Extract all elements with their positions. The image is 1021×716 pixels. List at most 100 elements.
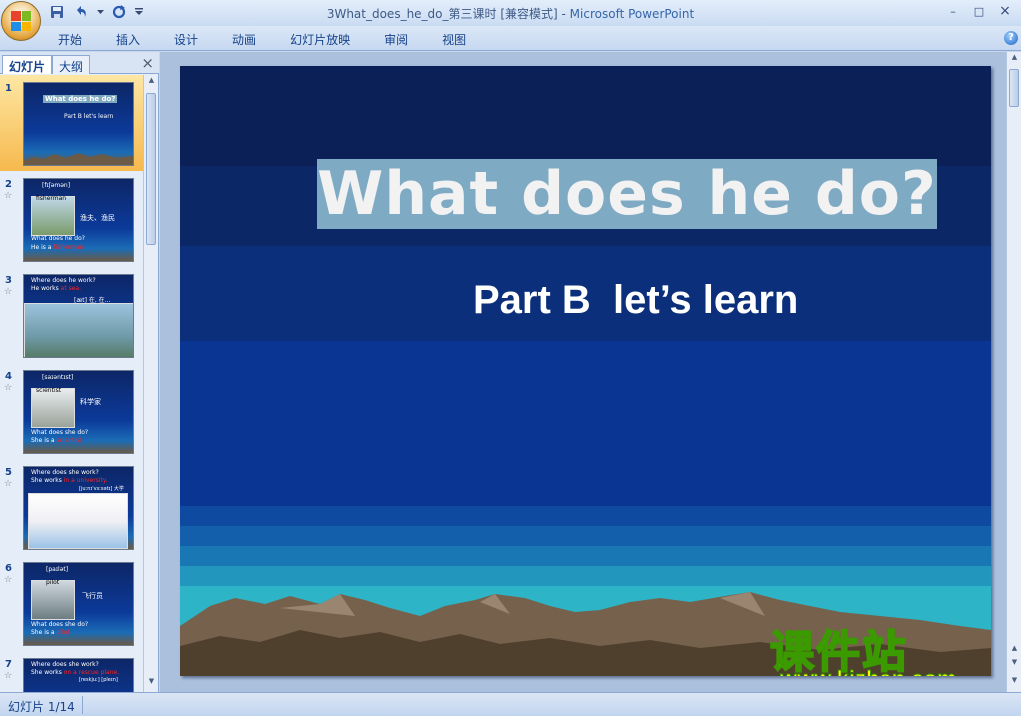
bg-band: [180, 506, 991, 526]
pane-close-icon[interactable]: ×: [141, 54, 154, 72]
answer-prefix: He works: [31, 285, 61, 292]
status-bar: 幻灯片 1/14: [0, 692, 1021, 716]
slide-thumbnail-1[interactable]: 1 What does he do? Part B let's learn: [0, 75, 143, 171]
answer-highlight: pilot: [56, 629, 70, 636]
thumb-answer: He works at sea.: [31, 285, 81, 292]
thumbnail-image: Where does she work? She works in a univ…: [23, 466, 134, 550]
thumb-chinese: 渔夫、渔民: [80, 214, 115, 222]
slide-thumbnail-2[interactable]: 2 ☆ [fɪʃəmən] fisherman 渔夫、渔民 What does …: [0, 171, 143, 267]
status-separator: [82, 696, 83, 714]
thumbnail-image: What does he do? Part B let's learn: [23, 82, 134, 166]
thumb-question: Where does he work?: [31, 277, 96, 284]
answer-prefix: She works: [31, 669, 64, 676]
thumb-title: What does he do?: [43, 95, 118, 103]
window-title: 3What_does_he_do_第三课时 [兼容模式] - Microsoft…: [0, 5, 1021, 22]
thumb-answer: He is a fisherman: [31, 244, 84, 251]
thumbnail-image: [paɪlət] pilot 飞行员 What does she do? She…: [23, 562, 134, 646]
answer-highlight: on a rescue plane.: [63, 669, 120, 676]
slide-counter: 幻灯片 1/14: [8, 700, 75, 714]
thumb-answer: She works on a rescue plane.: [31, 669, 119, 676]
slide-editor: What does he do? Part B let’s learn 课件站 …: [160, 52, 1006, 692]
thumb-phonetic: [fɪʃəmən]: [42, 182, 71, 189]
thumb-word: pilot: [46, 579, 60, 586]
thumb-word: fisherman: [36, 195, 67, 202]
office-button[interactable]: [1, 1, 41, 41]
office-logo-icon: [11, 11, 31, 31]
scroll-up-icon[interactable]: ▲: [144, 76, 159, 90]
answer-highlight: fisherman: [53, 244, 84, 251]
title-separator: -: [557, 7, 570, 21]
animation-star-icon: ☆: [4, 191, 13, 201]
scroll-thumb[interactable]: [146, 93, 156, 245]
watermark-logo: 课件站 www.kjzhan.com: [769, 616, 991, 677]
answer-highlight: in a university.: [63, 477, 108, 484]
thumb-extra: [reskjuː] [pleɪn]: [79, 677, 118, 683]
help-icon[interactable]: ?: [1004, 31, 1018, 45]
scroll-down-icon[interactable]: ▼: [144, 677, 159, 691]
pane-tabs: 幻灯片 大纲 ×: [0, 52, 159, 74]
watermark-url: www.kjzhan.com: [779, 666, 956, 677]
thumb-answer: She works in a university.: [31, 477, 107, 484]
bg-band: [180, 546, 991, 566]
pane-scrollbar[interactable]: ▲ ▼: [143, 75, 158, 692]
slide-thumbnail-3[interactable]: 3 ☆ Where does he work? He works at sea.…: [0, 267, 143, 363]
editor-scrollbar[interactable]: ▲ ▲ ▼ ▼: [1006, 52, 1021, 692]
animation-star-icon: ☆: [4, 479, 13, 489]
ribbon: 开始 插入 设计 动画 幻灯片放映 审阅 视图 ?: [0, 26, 1021, 51]
close-button[interactable]: ×: [992, 2, 1018, 20]
scroll-up-icon[interactable]: ▲: [1007, 53, 1021, 67]
thumb-question: What does she do?: [31, 429, 89, 436]
thumb-picture: [31, 196, 75, 236]
animation-star-icon: ☆: [4, 287, 13, 297]
scroll-down-icon[interactable]: ▼: [1007, 676, 1021, 690]
animation-star-icon: ☆: [4, 671, 13, 681]
thumb-answer: She is a scientist: [31, 437, 82, 444]
slide-subtitle[interactable]: Part B let’s learn: [473, 278, 798, 323]
thumb-question: What does she do?: [31, 621, 89, 628]
slide-number: 1: [5, 83, 12, 94]
tab-insert[interactable]: 插入: [116, 31, 140, 48]
slide-title[interactable]: What does he do?: [317, 159, 937, 229]
minimize-button[interactable]: –: [940, 2, 966, 20]
thumb-phonetic: [paɪlət]: [46, 566, 69, 573]
bg-band: [180, 566, 991, 586]
answer-prefix: She is a: [31, 437, 57, 444]
next-slide-icon[interactable]: ▼: [1007, 658, 1021, 672]
tab-slideshow[interactable]: 幻灯片放映: [290, 31, 350, 48]
thumb-chinese: 飞行员: [82, 592, 103, 600]
thumb-picture: [28, 493, 128, 549]
tab-review[interactable]: 审阅: [384, 31, 408, 48]
slide-number: 5: [5, 467, 12, 478]
ribbon-tabs: 开始 插入 设计 动画 幻灯片放映 审阅 视图: [58, 31, 500, 48]
prev-slide-icon[interactable]: ▲: [1007, 644, 1021, 658]
tab-design[interactable]: 设计: [174, 31, 198, 48]
scroll-thumb[interactable]: [1009, 69, 1019, 107]
thumb-extra: [juːnɪˈvɜːsətɪ] 大学: [79, 486, 124, 492]
tab-outline[interactable]: 大纲: [52, 55, 91, 74]
slide-number: 7: [5, 659, 12, 670]
thumb-picture: [24, 303, 133, 357]
answer-highlight: scientist: [56, 437, 82, 444]
thumb-subtitle: Part B let's learn: [64, 113, 114, 120]
tab-view[interactable]: 视图: [442, 31, 466, 48]
slide-thumbnail-4[interactable]: 4 ☆ [saɪəntɪst] scientist 科学家 What does …: [0, 363, 143, 459]
thumbnail-image: Where does he work? He works at sea. [æt…: [23, 274, 134, 358]
app-name: Microsoft PowerPoint: [569, 7, 695, 21]
thumb-phonetic: [saɪəntɪst]: [42, 374, 74, 381]
thumb-chinese: 科学家: [80, 398, 101, 406]
thumb-picture: [31, 388, 75, 428]
tab-home[interactable]: 开始: [58, 31, 82, 48]
tab-slides[interactable]: 幻灯片: [2, 55, 53, 74]
thumbnail-image: [saɪəntɪst] scientist 科学家 What does she …: [23, 370, 134, 454]
maximize-button[interactable]: □: [966, 2, 992, 20]
document-name: 3What_does_he_do_第三课时 [兼容模式]: [326, 7, 558, 21]
slide-number: 6: [5, 563, 12, 574]
thumb-word: scientist: [36, 387, 62, 394]
bg-band: [180, 341, 991, 506]
slide-thumbnail-7[interactable]: 7 ☆ Where does she work? She works on a …: [0, 651, 143, 692]
thumbnail-image: Where does she work? She works on a resc…: [23, 658, 134, 692]
slide-canvas[interactable]: What does he do? Part B let’s learn 课件站 …: [180, 66, 991, 676]
slide-thumbnail-6[interactable]: 6 ☆ [paɪlət] pilot 飞行员 What does she do?…: [0, 555, 143, 651]
slide-thumbnail-5[interactable]: 5 ☆ Where does she work? She works in a …: [0, 459, 143, 555]
tab-animations[interactable]: 动画: [232, 31, 256, 48]
